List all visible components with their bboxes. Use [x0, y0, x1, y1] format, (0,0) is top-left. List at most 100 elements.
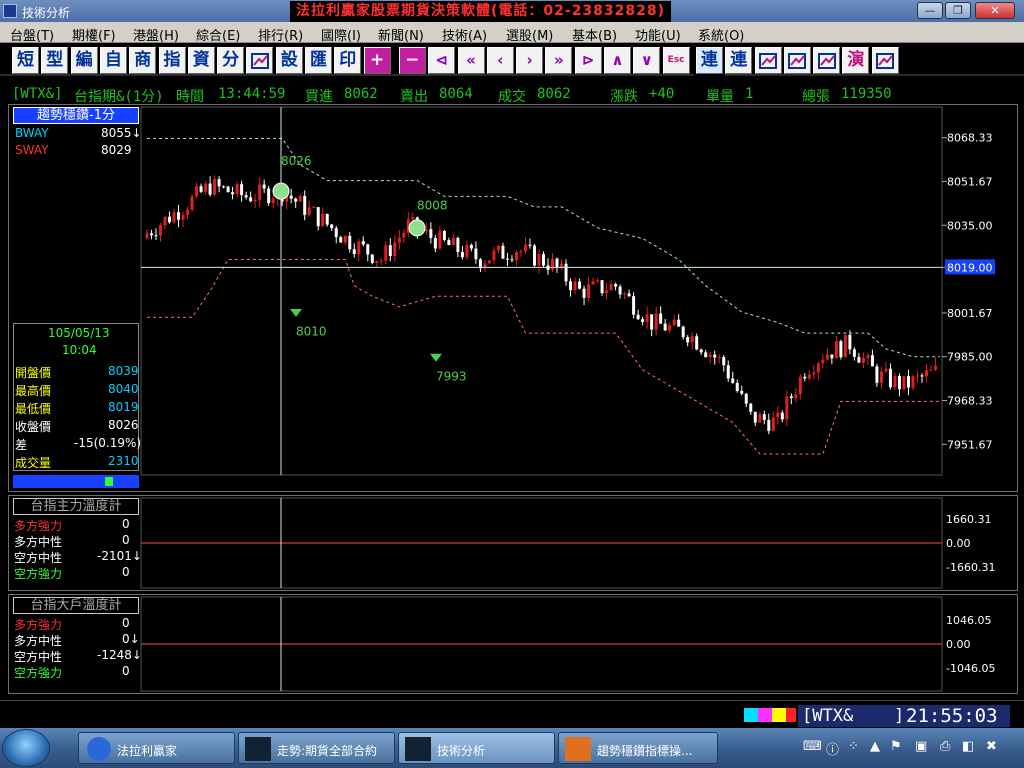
- toolbar-button-commodity-char[interactable]: 商: [129, 47, 157, 74]
- task-technical[interactable]: 技術分析: [398, 732, 555, 764]
- toolbar-button-data-char[interactable]: 資: [187, 47, 215, 74]
- network-icon[interactable]: ▣: [915, 739, 927, 754]
- diamond-signal-icon: [430, 353, 442, 362]
- candlestick-chart[interactable]: 8068.33 8051.67 8035.00 8019.00 8001.67 7985.…: [9, 105, 1017, 491]
- task-label: 法拉利贏家: [117, 744, 178, 758]
- first-icon[interactable]: ⊲: [428, 47, 456, 74]
- start-button[interactable]: [2, 729, 50, 767]
- y-tick-label: 7968.33: [947, 395, 993, 408]
- candle-body: [190, 196, 194, 210]
- toolbar-button-short-char[interactable]: 短: [12, 47, 39, 74]
- window-title: 技術分析: [22, 6, 71, 20]
- menu-item-function[interactable]: 功能(U): [635, 25, 681, 44]
- scroll-track[interactable]: [13, 475, 139, 488]
- task-ferrari[interactable]: 法拉利贏家: [78, 732, 235, 764]
- big-player-panel[interactable]: 1046.05 0.00 -1046.05 台指大戶溫度計 多方強力 0 多方中性 …: [8, 594, 1018, 694]
- t1-row-neutral-bull-label: 多方中性: [14, 535, 63, 549]
- candle-body: [145, 233, 149, 239]
- toolbar-button-minute-char[interactable]: 分: [217, 47, 245, 74]
- t1-row-strong-bear-value: 0: [122, 565, 130, 579]
- toolbar-button-export-char[interactable]: 匯: [305, 47, 332, 74]
- forward-icon[interactable]: ›: [516, 47, 544, 74]
- back-icon[interactable]: ‹: [486, 47, 514, 74]
- flag-icon[interactable]: ⚑: [890, 739, 902, 754]
- window-icon[interactable]: [754, 47, 782, 74]
- minimize-button[interactable]: —: [917, 2, 943, 19]
- printer-icon[interactable]: ⎙: [940, 739, 950, 754]
- candle-body: [231, 192, 235, 195]
- menu-item-international[interactable]: 國際(I): [321, 25, 361, 44]
- tray-icon[interactable]: ⁘: [848, 739, 859, 754]
- candle-body: [843, 334, 847, 358]
- menu-item-options[interactable]: 期權(F): [72, 25, 116, 44]
- fast-back-icon[interactable]: «: [457, 47, 485, 74]
- menu-item-fundamental[interactable]: 基本(B): [572, 25, 617, 44]
- candle-body: [560, 263, 564, 268]
- quote-symbol: [WTX&]: [12, 86, 63, 102]
- toolbar-button-link-char[interactable]: 連: [693, 45, 725, 76]
- toolbar: 短型編自商指資分設匯印 + − ⊲ «‹ ›» ⊳ ∧ ∨ Esc 連連演: [0, 44, 1024, 76]
- close-tray-icon[interactable]: ✖: [986, 739, 997, 754]
- candle-body: [316, 207, 320, 227]
- diff-value: -15(0.19%): [74, 436, 142, 450]
- tools-icon[interactable]: [813, 47, 841, 74]
- close-button[interactable]: ✕: [975, 2, 1015, 19]
- candle-body: [492, 250, 496, 261]
- keyboard-icon[interactable]: ⌨: [803, 739, 822, 754]
- menu-item-screener[interactable]: 選股(M): [506, 25, 553, 44]
- main-force-panel[interactable]: 1660.31 0.00 -1660.31 台指主力溫度計 多方強力 0 多方中性 …: [8, 495, 1018, 591]
- task-indicator-doc[interactable]: 趨勢穩鑽指標操...: [558, 732, 718, 764]
- candle-body: [749, 403, 753, 412]
- main-force-histogram[interactable]: 1660.31 0.00 -1660.31: [9, 496, 1017, 590]
- window-icon: [759, 53, 777, 69]
- zoom-out-icon[interactable]: −: [398, 47, 426, 74]
- lock-icon[interactable]: [783, 47, 811, 74]
- candle-body: [402, 232, 406, 238]
- toolbar-button-edit-char[interactable]: 編: [70, 47, 98, 74]
- toolbar-button-type-char[interactable]: 型: [41, 47, 69, 74]
- candle-body: [249, 197, 253, 202]
- scroll-thumb[interactable]: [105, 477, 113, 486]
- down-icon[interactable]: ∨: [633, 47, 661, 74]
- status-clock: 21:55:03: [906, 705, 998, 727]
- candle-body: [834, 341, 838, 359]
- big-player-histogram[interactable]: 1046.05 0.00 -1046.05: [9, 595, 1017, 693]
- tools-icon: [817, 53, 836, 69]
- candle-body: [321, 213, 325, 227]
- arrow-up-icon[interactable]: ▲: [870, 739, 880, 754]
- t2-row-neutral-bear-value: -1248↓: [97, 648, 142, 662]
- up-icon[interactable]: ∧: [604, 47, 631, 74]
- menu-item-news[interactable]: 新聞(N): [378, 25, 424, 44]
- candle-body: [596, 280, 600, 282]
- restore-button[interactable]: ❐: [945, 2, 971, 19]
- chart-icon[interactable]: [246, 47, 274, 74]
- toolbar-button-demo-char[interactable]: 演: [842, 47, 870, 74]
- toolbar-button-settings-char[interactable]: 設: [275, 47, 303, 74]
- zoom-in-icon[interactable]: +: [363, 47, 391, 74]
- quote-last: 8062: [537, 86, 571, 102]
- candle-body: [411, 217, 415, 220]
- volume-icon[interactable]: ◧: [962, 739, 974, 754]
- menu-item-composite[interactable]: 綜合(E): [196, 25, 240, 44]
- toolbar-button-print-char[interactable]: 印: [334, 47, 362, 74]
- pen-icon[interactable]: [871, 47, 899, 74]
- main-chart-panel[interactable]: 8068.33 8051.67 8035.00 8019.00 8001.67 7985.…: [8, 104, 1018, 492]
- toolbar-button-link2-char[interactable]: 連: [725, 47, 753, 74]
- help-icon[interactable]: ⓘ: [826, 739, 839, 758]
- menu-item-system[interactable]: 系統(O): [698, 25, 744, 44]
- task-trend[interactable]: 走勢:期貨全部合約: [238, 732, 395, 764]
- menu-item-hk[interactable]: 港盤(H): [133, 25, 179, 44]
- menu-item-taipan[interactable]: 台盤(T): [10, 25, 54, 44]
- escape-icon[interactable]: Esc: [662, 47, 690, 74]
- menu-item-technical[interactable]: 技術(A): [442, 25, 487, 44]
- y-tick-label: 7951.67: [947, 438, 993, 451]
- fast-forward-icon[interactable]: »: [545, 47, 573, 74]
- toolbar-button-self-char[interactable]: 自: [99, 47, 127, 74]
- toolbar-button-indicator-char[interactable]: 指: [158, 47, 186, 74]
- last-icon[interactable]: ⊳: [574, 47, 602, 74]
- candle-body: [334, 228, 338, 238]
- t2-row-neutral-bull-value: 0↓: [122, 632, 140, 646]
- y-tick-label: 8001.67: [947, 307, 993, 320]
- menu-item-ranking[interactable]: 排行(R): [258, 25, 303, 44]
- candle-body: [154, 235, 158, 237]
